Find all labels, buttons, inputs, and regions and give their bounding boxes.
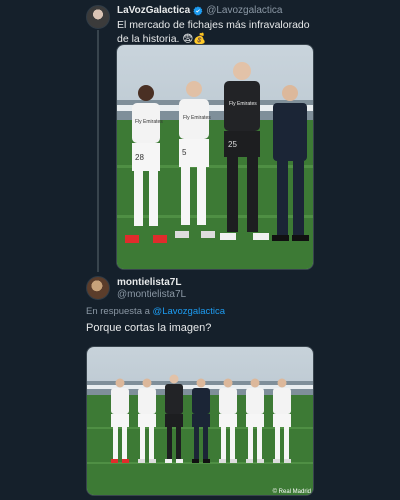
tweet-text: El mercado de fichajes más infravalorado…: [117, 19, 310, 45]
handle[interactable]: @montielista7L: [117, 289, 186, 301]
thread-connector-line: [97, 30, 99, 272]
tweet-header: LaVozGalactica @Lavozgalactica: [117, 5, 283, 16]
image-watermark: © Real Madrid: [273, 488, 311, 495]
team-photo-cropped: 28 5 25 Fly Emirates Fly Emirates Fly Em…: [117, 45, 313, 269]
original-tweet: LaVozGalactica @Lavozgalactica El mercad…: [0, 0, 400, 275]
shirt-sponsor: Fly Emirates: [183, 115, 211, 121]
shirt-sponsor: Fly Emirates: [229, 101, 257, 107]
display-name[interactable]: LaVozGalactica: [117, 5, 190, 16]
avatar[interactable]: [86, 5, 110, 29]
shirt-sponsor: Fly Emirates: [135, 119, 163, 125]
avatar[interactable]: [86, 276, 110, 300]
handle[interactable]: @Lavozgalactica: [206, 5, 282, 16]
player-number: 25: [228, 140, 237, 149]
display-name[interactable]: montielista7L: [117, 277, 186, 289]
tweet-header: montielista7L @montielista7L: [117, 277, 186, 301]
player-number: 5: [182, 148, 187, 157]
tweet-text: Porque cortas la imagen?: [86, 322, 212, 334]
reply-prefix: En respuesta a: [86, 306, 153, 317]
reply-context: En respuesta a @Lavozgalactica: [86, 306, 225, 317]
verified-badge-icon: [193, 5, 203, 16]
reply-mention-link[interactable]: @Lavozgalactica: [153, 306, 226, 317]
tweet-image[interactable]: © Real Madrid: [86, 346, 314, 496]
team-photo-full: © Real Madrid: [87, 347, 313, 495]
player-number: 28: [135, 153, 144, 162]
tweet-image[interactable]: 28 5 25 Fly Emirates Fly Emirates Fly Em…: [116, 44, 314, 270]
